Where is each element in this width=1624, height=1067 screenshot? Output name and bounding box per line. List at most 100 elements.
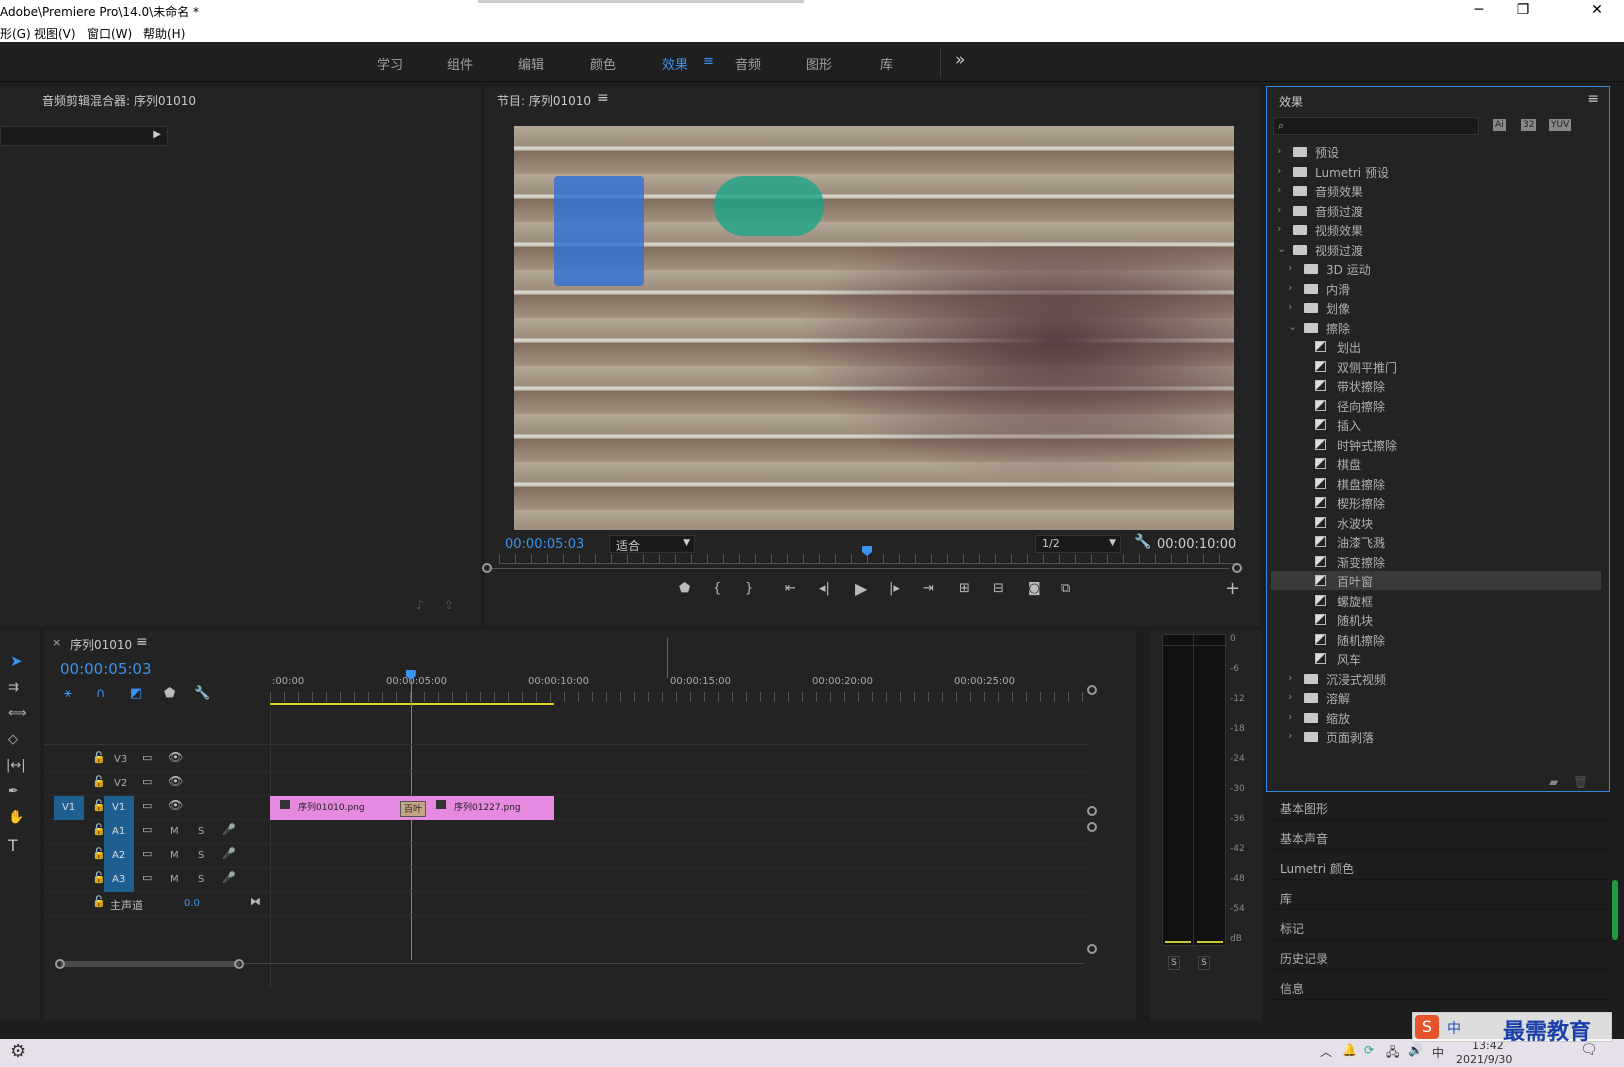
sync-lock-icon[interactable]: ▭ — [142, 871, 152, 884]
effect-folder[interactable]: ⌄ 视频过渡 — [1271, 240, 1601, 260]
work-area-bar[interactable] — [270, 703, 554, 705]
workspace-libraries[interactable]: 库 — [880, 54, 893, 73]
chevron-right-icon[interactable]: › — [1277, 222, 1281, 235]
timeline-hscroll-thumb[interactable] — [60, 961, 240, 967]
go-to-end-icon[interactable]: ⧓ — [250, 895, 261, 908]
scroll-handle-right[interactable] — [1232, 563, 1242, 573]
selection-tool-icon[interactable]: ➤ — [10, 652, 23, 670]
panel-info[interactable]: 信息 — [1268, 972, 1608, 1000]
maximize-button[interactable]: ❐ — [1500, 0, 1546, 22]
lock-icon[interactable]: 🔓 — [92, 751, 106, 764]
effect-item[interactable]: 楔形擦除 — [1271, 493, 1601, 513]
track-target-a1[interactable]: A1 — [104, 820, 134, 844]
solo-left-button[interactable]: S — [1168, 956, 1180, 970]
scroll-handle-left[interactable] — [55, 959, 65, 969]
menu-graphics[interactable]: 形(G) — [0, 25, 31, 42]
clip-track-v1[interactable]: 序列01010.png 序列01227.png 百叶 — [270, 796, 554, 820]
step-forward-icon[interactable]: |▸ — [889, 581, 900, 596]
effect-folder[interactable]: › 预设 — [1271, 142, 1601, 162]
effect-folder[interactable]: › 缩放 — [1271, 708, 1601, 728]
minimize-button[interactable]: ─ — [1456, 0, 1502, 22]
effects-menu-icon[interactable]: ≡ — [1587, 91, 1599, 107]
track-v1[interactable]: V1 🔓 V1 ▭ 👁 序列01010.png 序列01227.png 百叶 — [44, 796, 1088, 820]
accelerated-effects-badge[interactable]: Ai — [1493, 119, 1506, 131]
workspace-learn[interactable]: 学习 — [377, 54, 403, 73]
track-v2[interactable]: 🔓 V2 ▭ 👁 — [44, 772, 1088, 796]
solo-right-button[interactable]: S — [1198, 956, 1210, 970]
tray-chevron-icon[interactable]: ︿ — [1320, 1043, 1332, 1060]
sync-lock-icon[interactable]: ▭ — [142, 847, 152, 860]
scroll-handle-left[interactable] — [482, 563, 492, 573]
ime-mode[interactable]: 中 — [1447, 1018, 1461, 1038]
workspace-editing[interactable]: 编辑 — [518, 54, 544, 73]
effects-search-box[interactable]: ⌕ — [1273, 117, 1479, 135]
chevron-right-icon[interactable]: › — [1288, 300, 1292, 313]
workspace-assembly[interactable]: 组件 — [447, 54, 473, 73]
effect-item[interactable]: 径向擦除 — [1271, 396, 1601, 416]
scroll-handle-right[interactable] — [234, 959, 244, 969]
slip-tool-icon[interactable]: |↔| — [6, 758, 26, 773]
track-target-a3[interactable]: A3 — [104, 868, 134, 892]
add-button-icon[interactable]: + — [1225, 578, 1240, 599]
eye-icon[interactable]: 👁 — [168, 750, 183, 764]
snap-icon[interactable]: ∩ — [96, 686, 106, 701]
chevron-down-icon[interactable]: ⌄ — [1277, 242, 1286, 255]
menu-window[interactable]: 窗口(W) — [87, 25, 132, 42]
pen-tool-icon[interactable]: ✒ — [8, 784, 19, 799]
delete-icon[interactable]: 🗑 — [1573, 775, 1588, 789]
mark-out-icon[interactable]: } — [745, 581, 753, 596]
microphone-icon[interactable]: 🎤 — [222, 871, 236, 884]
settings-wrench-icon[interactable]: 🔧 — [194, 686, 210, 701]
go-to-in-icon[interactable]: ⇤ — [785, 581, 796, 596]
eye-icon[interactable]: 👁 — [168, 774, 183, 788]
microphone-icon[interactable]: 🎤 — [222, 847, 236, 860]
sync-lock-icon[interactable]: ▭ — [142, 775, 152, 788]
workspace-graphics[interactable]: 图形 — [806, 54, 832, 73]
program-menu-icon[interactable]: ≡ — [597, 90, 609, 106]
track-master[interactable]: 🔓 主声道 0.0 ⧓ — [44, 892, 1088, 916]
effect-item[interactable]: 棋盘擦除 — [1271, 474, 1601, 494]
mute-button[interactable]: M — [170, 826, 179, 837]
program-timecode[interactable]: 00:00:05:03 — [505, 537, 584, 552]
microphone-icon[interactable]: 🎤 — [222, 823, 236, 836]
lift-icon[interactable]: ⊞ — [959, 581, 970, 596]
program-scrollbar[interactable] — [489, 568, 1229, 569]
effect-item[interactable]: 划出 — [1271, 337, 1601, 357]
step-back-icon[interactable]: ◂| — [819, 581, 830, 596]
effect-item[interactable]: 水波块 — [1271, 513, 1601, 533]
scroll-handle[interactable] — [1087, 822, 1097, 832]
source-patch-v1[interactable]: V1 — [54, 796, 84, 820]
chevron-right-icon[interactable]: › — [1277, 144, 1281, 157]
workspace-more-icon[interactable]: » — [955, 50, 965, 70]
razor-tool-icon[interactable]: ◇ — [8, 732, 18, 747]
track-target-a2[interactable]: A2 — [104, 844, 134, 868]
effect-item[interactable]: 百叶窗 — [1271, 571, 1601, 591]
expand-arrow-icon[interactable]: ▶ — [153, 129, 161, 140]
workspace-effects[interactable]: 效果 — [662, 54, 688, 73]
comparison-view-icon[interactable]: ⧉ — [1061, 581, 1070, 596]
mark-in-icon[interactable]: { — [713, 581, 721, 596]
nest-icon[interactable]: ⚹ — [64, 686, 72, 701]
effect-folder[interactable]: › 音频效果 — [1271, 181, 1601, 201]
chevron-right-icon[interactable]: › — [1288, 261, 1292, 274]
effect-item[interactable]: 时钟式擦除 — [1271, 435, 1601, 455]
effect-folder[interactable]: › 划像 — [1271, 298, 1601, 318]
ripple-edit-tool-icon[interactable]: ⟺ — [8, 706, 27, 721]
new-bin-icon[interactable]: ▰ — [1549, 775, 1558, 789]
effect-folder[interactable]: › 内滑 — [1271, 279, 1601, 299]
track-select-tool-icon[interactable]: ⇉ — [8, 680, 19, 695]
sync-lock-icon[interactable]: ▭ — [142, 823, 152, 836]
settings-gear-icon[interactable]: ⚙ — [10, 1041, 26, 1062]
track-v3[interactable]: 🔓 V3 ▭ 👁 — [44, 748, 1088, 772]
effect-folder[interactable]: › 音频过渡 — [1271, 201, 1601, 221]
type-tool-icon[interactable]: T — [8, 836, 18, 855]
go-to-out-icon[interactable]: ⇥ — [923, 581, 934, 596]
scroll-handle[interactable] — [1087, 685, 1097, 695]
ime-toolbar[interactable]: S 中 最需教育 — [1412, 1012, 1612, 1045]
track-a3[interactable]: 🔓 A3 ▭ M S 🎤 — [44, 868, 1088, 892]
fit-dropdown[interactable]: 适合 ▼ — [609, 535, 695, 553]
panel-scrollbar[interactable] — [1612, 880, 1618, 940]
panel-libraries[interactable]: 库 — [1268, 882, 1608, 910]
lock-icon[interactable]: 🔓 — [92, 775, 106, 788]
timeline-timecode[interactable]: 00:00:05:03 — [60, 660, 152, 678]
